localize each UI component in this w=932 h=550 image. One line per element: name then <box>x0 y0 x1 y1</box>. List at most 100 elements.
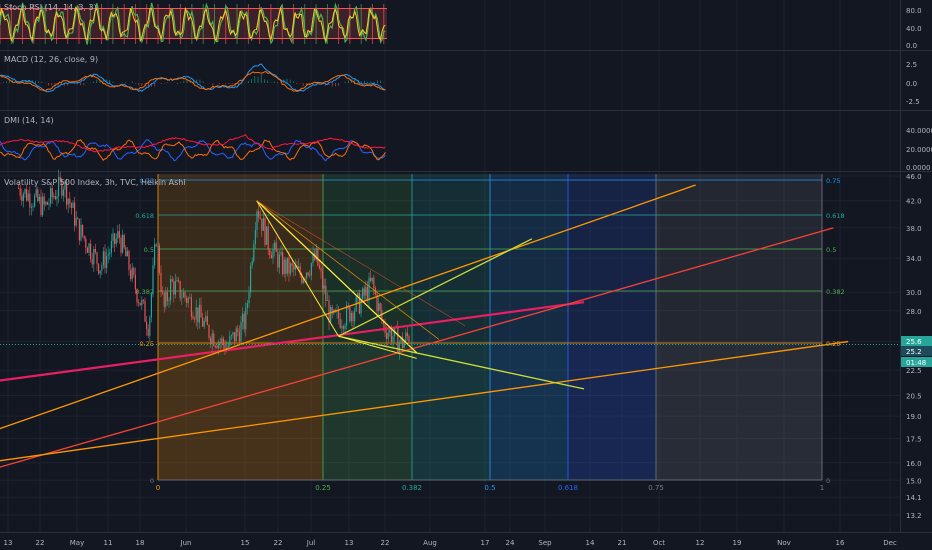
candle-body <box>146 321 148 329</box>
candle-body <box>242 313 244 323</box>
candle-body <box>386 332 388 340</box>
candle-body <box>128 251 130 271</box>
candle-body <box>106 255 108 269</box>
candle-body <box>250 265 252 293</box>
candle-body <box>274 242 276 250</box>
stoch-tick-1: 40.0 <box>906 25 922 33</box>
candle-body <box>362 288 364 300</box>
candle-body <box>96 252 98 264</box>
price-tags: 25.6 25.2 01:48 <box>901 336 932 367</box>
candle-body <box>131 267 133 280</box>
candle-body <box>272 249 274 259</box>
candle-body <box>392 336 394 342</box>
price-tag-0: 25.6 <box>906 338 922 346</box>
candle-body <box>291 263 293 266</box>
candle-body <box>86 247 88 253</box>
candle-body <box>245 308 247 330</box>
fib-zone-label-3: 0.5 <box>484 484 495 492</box>
macd-tick-2: -2.5 <box>906 98 920 106</box>
main-tick-7: 22.5 <box>906 367 922 375</box>
candle-body <box>98 263 100 274</box>
candle-body <box>176 280 178 282</box>
candle-body <box>18 188 20 189</box>
tradingview-chart[interactable]: 0 0.25 0.382 0.5 0.618 0.75 1 Stoch RSI (14, 1… <box>0 0 932 550</box>
candle-body <box>155 244 157 246</box>
candle-body <box>323 285 325 289</box>
candle-body <box>256 211 258 230</box>
candle-body <box>152 265 154 295</box>
candle-body <box>240 322 242 342</box>
candle-body <box>229 336 231 346</box>
candle-body <box>139 302 141 306</box>
candle-body <box>243 313 245 330</box>
candle-body <box>78 218 80 241</box>
fib-level-left-label-1: 0.618 <box>135 212 154 220</box>
candle-body <box>253 244 255 261</box>
fib-level-left-label-2: 0.5 <box>144 246 154 254</box>
candle-body <box>352 312 354 322</box>
candle-body <box>202 317 204 327</box>
candle-body <box>130 270 132 280</box>
candle-body <box>144 300 146 322</box>
time-tick-3: 11 <box>104 539 113 547</box>
stoch-legend: Stoch RSI (14, 14, 3, 3) <box>4 3 97 12</box>
candle-body <box>42 196 44 216</box>
fib-zone-lower-1 <box>323 343 412 480</box>
candle-body <box>150 294 152 318</box>
candle-body <box>117 231 119 239</box>
candle-body <box>93 249 95 265</box>
candle-body <box>205 316 207 322</box>
main-legend: Volatility S&P 500 Index, 3h, TVC, Heiki… <box>4 178 186 187</box>
candle-body <box>133 267 135 275</box>
candle-body <box>83 235 85 239</box>
candle-body <box>219 341 221 343</box>
candle-body <box>403 341 405 348</box>
candle-body <box>174 281 176 295</box>
candle-body <box>248 292 250 304</box>
candle-body <box>91 259 93 265</box>
candle-body <box>120 237 122 253</box>
dmi-legend: DMI (14, 14) <box>4 116 54 125</box>
dmi-tick-0: 40.0000 <box>906 127 932 135</box>
price-tag-1: 25.2 <box>906 348 922 356</box>
stoch-rsi-pane[interactable]: Stoch RSI (14, 14, 3, 3) <box>0 2 387 45</box>
candle-body <box>165 291 167 307</box>
candle-body <box>69 198 71 204</box>
candle-body <box>34 195 36 207</box>
candle-body <box>171 279 173 282</box>
main-tick-4: 30.0 <box>906 289 922 297</box>
candle-body <box>54 196 56 200</box>
fib-time-zones[interactable]: 0 0.25 0.382 0.5 0.618 0.75 1 <box>156 174 824 492</box>
time-tick-0: 13 <box>4 539 13 547</box>
candle-body <box>46 201 48 205</box>
candle-body <box>186 297 188 303</box>
time-tick-20: Nov <box>777 539 791 547</box>
candle-body <box>80 224 82 241</box>
candle-body <box>112 233 114 241</box>
candle-body <box>30 206 32 208</box>
time-tick-1: 22 <box>36 539 45 547</box>
candle-body <box>118 231 120 238</box>
candle-body <box>192 316 194 319</box>
candle-body <box>22 193 24 201</box>
candle-body <box>317 248 319 266</box>
macd-tick-0: 2.5 <box>906 61 917 69</box>
candle-body <box>62 189 64 196</box>
main-tick-9: 19.0 <box>906 413 922 421</box>
candle-body <box>200 304 202 318</box>
candle-body <box>246 303 248 309</box>
candle-body <box>99 270 101 274</box>
fib-zone-label-6: 1 <box>820 484 824 492</box>
candle-body <box>141 299 143 306</box>
fib-zone-label-0: 0 <box>156 484 160 492</box>
candle-body <box>322 271 324 289</box>
main-tick-11: 16.0 <box>906 460 922 468</box>
candle-body <box>29 193 31 208</box>
main-tick-2: 38.0 <box>906 225 922 233</box>
candle-body <box>320 268 322 272</box>
time-tick-12: 17 <box>481 539 490 547</box>
fib-level-right-label-3: 0.382 <box>826 288 845 296</box>
fib-level-right-label-1: 0.618 <box>826 212 845 220</box>
main-tick-13: 14.1 <box>906 494 922 502</box>
fib-zone-label-5: 0.75 <box>648 484 664 492</box>
